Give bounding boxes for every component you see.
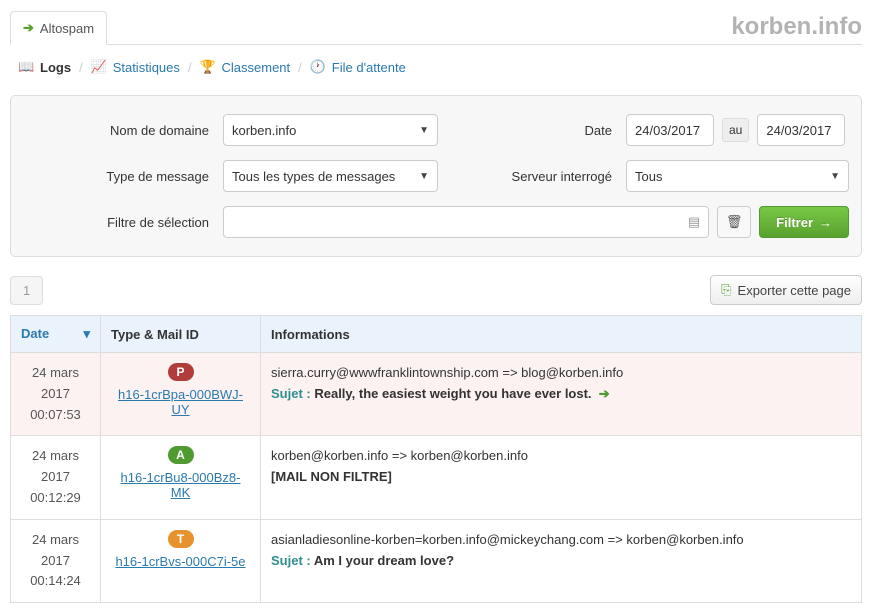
type-select[interactable]: Tous les types de messages ▼ [223,160,438,192]
chevron-down-icon: ▼ [419,171,429,182]
nav-logs[interactable]: Logs [40,60,71,75]
export-button[interactable]: ⎘ Exporter cette page [710,275,862,305]
app-tab[interactable]: ➔ Altospam [10,11,107,45]
cell-date: 24 mars 201700:12:29 [11,436,101,519]
type-label: Type de message [23,169,223,184]
cell-date: 24 mars 201700:07:53 [11,353,101,436]
paste-icon: ▤ [688,214,700,230]
subject-text: Am I your dream love? [314,553,454,568]
filter-panel: Nom de domaine korben.info ▼ Date 24/03/… [10,95,862,257]
subject-text: Really, the easiest weight you have ever… [314,386,591,401]
col-date-header[interactable]: Date ▾ [11,316,101,353]
logs-table: Date ▾ Type & Mail ID Informations 24 ma… [10,315,862,603]
mail-route: sierra.curry@wwwfranklintownship.com => … [271,363,851,384]
podium-icon: 🏆 [200,59,214,75]
table-row: 24 mars 201700:12:29Ah16-1crBu8-000Bz8-M… [11,436,862,519]
col-info-header[interactable]: Informations [261,316,862,353]
arrow-right-icon: → [819,215,832,230]
arrow-right-icon: ➔ [23,20,34,36]
table-row: 24 mars 201700:07:53Ph16-1crBpa-000BWJ-U… [11,353,862,436]
filter-label: Filtre de sélection [23,215,223,230]
cell-type: Ah16-1crBu8-000Bz8-MK [101,436,261,519]
type-badge: P [168,363,194,381]
filter-input[interactable]: ▤ [223,206,709,238]
cell-info: sierra.curry@wwwfranklintownship.com => … [261,353,862,436]
server-select[interactable]: Tous ▼ [626,160,849,192]
chevron-down-icon: ▾ [83,326,90,342]
nav-bar: 📖 Logs / 📈 Statistiques / 🏆 Classement /… [10,45,862,89]
export-icon: ⎘ [721,282,731,298]
domain-value: korben.info [232,123,296,138]
mail-id-link[interactable]: h16-1crBvs-000C7i-5e [111,554,250,569]
nav-file[interactable]: File d'attente [332,60,406,75]
app-tab-label: Altospam [40,21,94,36]
clock-icon: 🕐 [310,59,324,75]
page-number[interactable]: 1 [10,276,43,305]
nav-stats[interactable]: Statistiques [113,60,180,75]
type-value: Tous les types de messages [232,169,395,184]
subject-text: [MAIL NON FILTRE] [271,469,392,484]
type-badge: T [168,530,194,548]
subject-label: Sujet : [271,386,314,401]
cell-info: asianladiesonline-korben=korben.info@mic… [261,519,862,602]
mail-id-link[interactable]: h16-1crBpa-000BWJ-UY [111,387,250,417]
mail-id-link[interactable]: h16-1crBu8-000Bz8-MK [111,470,250,500]
arrow-right-icon[interactable]: ➔ [599,386,610,401]
export-label: Exporter cette page [738,283,851,298]
date-label: Date [446,123,626,138]
server-value: Tous [635,169,662,184]
table-row: 24 mars 201700:14:24Th16-1crBvs-000C7i-5… [11,519,862,602]
cell-type: Ph16-1crBpa-000BWJ-UY [101,353,261,436]
subject-label: Sujet : [271,553,314,568]
type-badge: A [168,446,194,464]
chart-icon: 📈 [91,59,105,75]
brand-logo: korben.info [731,13,862,41]
domain-label: Nom de domaine [23,123,223,138]
cell-date: 24 mars 201700:14:24 [11,519,101,602]
chevron-down-icon: ▼ [419,125,429,136]
cell-info: korben@korben.info => korben@korben.info… [261,436,862,519]
clear-filter-button[interactable]: 🗑 [717,206,751,238]
filter-button-label: Filtrer [776,215,813,230]
cell-type: Th16-1crBvs-000C7i-5e [101,519,261,602]
trash-icon: 🗑 [726,214,743,230]
nav-classement[interactable]: Classement [222,60,291,75]
book-icon: 📖 [18,59,32,75]
mail-route: korben@korben.info => korben@korben.info [271,446,851,467]
chevron-down-icon: ▼ [830,171,840,182]
domain-select[interactable]: korben.info ▼ [223,114,438,146]
date-to-input[interactable]: 24/03/2017 [757,114,845,146]
server-label: Serveur interrogé [446,169,626,184]
col-type-header[interactable]: Type & Mail ID [101,316,261,353]
filter-button[interactable]: Filtrer → [759,206,849,238]
date-from-input[interactable]: 24/03/2017 [626,114,714,146]
date-separator: au [722,118,749,142]
